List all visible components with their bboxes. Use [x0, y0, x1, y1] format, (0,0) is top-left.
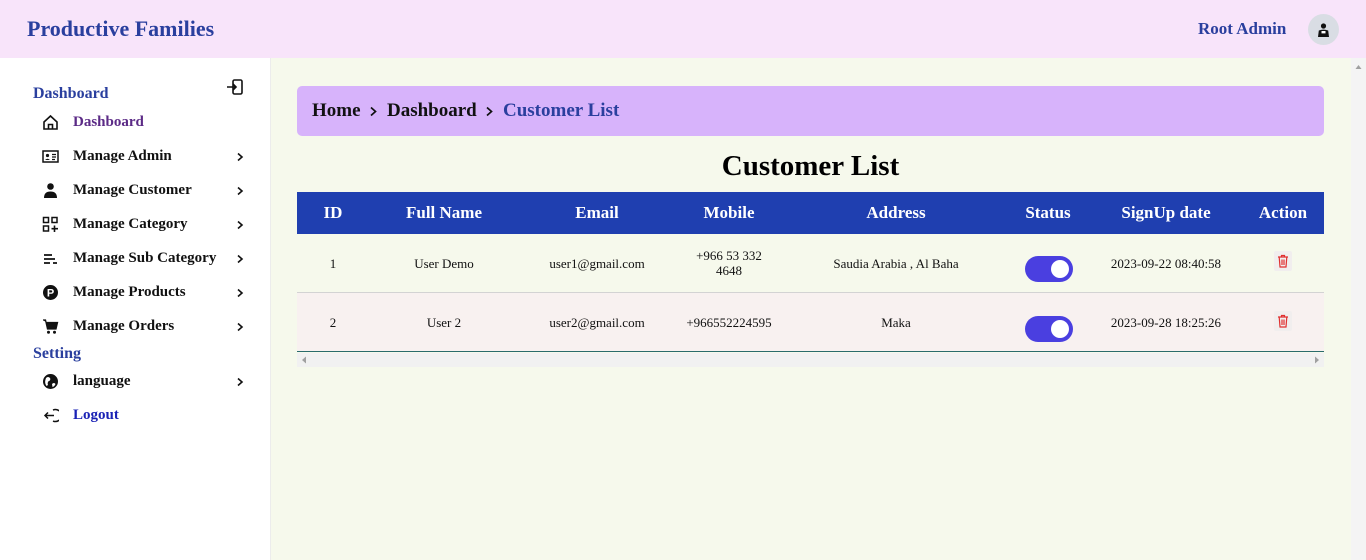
trash-icon [1278, 254, 1288, 268]
avatar[interactable] [1308, 14, 1339, 45]
sidebar-section-setting: Setting [33, 345, 81, 362]
status-toggle[interactable] [1025, 316, 1073, 342]
scroll-right-arrow-icon[interactable] [1314, 356, 1320, 364]
logout-icon [43, 408, 59, 423]
scroll-left-arrow-icon[interactable] [301, 356, 307, 364]
sidebar-item-manage-sub-category[interactable]: Manage Sub Category [40, 246, 252, 272]
chevron-right-icon [237, 186, 244, 196]
breadcrumb: Home Dashboard Customer List [297, 86, 1324, 136]
sidebar-item-label: Dashboard [73, 114, 144, 130]
sidebar-item-label: language [73, 373, 131, 389]
cell-full-name: User Demo [414, 256, 474, 271]
column-header-id: ID [323, 203, 343, 222]
breadcrumb-dashboard[interactable]: Dashboard [387, 100, 477, 122]
cell-mobile-line: +966 53 332 [696, 248, 762, 263]
sidebar-item-label: Manage Admin [73, 148, 172, 164]
sidebar: Dashboard Dashboard Manage Admin Manage … [0, 58, 271, 560]
cell-email: user2@gmail.com [549, 315, 645, 330]
home-icon [43, 114, 58, 130]
list-lines-icon [44, 254, 57, 264]
column-header-mobile: Mobile [703, 203, 755, 222]
chevron-right-icon [486, 106, 493, 117]
chevron-right-icon [370, 106, 377, 117]
sidebar-item-manage-customer[interactable]: Manage Customer [40, 178, 252, 204]
trash-icon [1278, 314, 1288, 328]
sidebar-item-logout[interactable]: Logout [40, 403, 252, 429]
sidebar-item-manage-category[interactable]: Manage Category [40, 212, 252, 238]
cell-mobile: +966552224595 [686, 315, 772, 330]
cell-id: 1 [329, 256, 337, 271]
chevron-right-icon [237, 322, 244, 332]
toggle-knob [1051, 320, 1069, 338]
chevron-right-icon [237, 254, 244, 264]
scroll-up-arrow-icon[interactable] [1354, 62, 1363, 72]
sidebar-item-label: Manage Sub Category [73, 250, 217, 266]
column-header-action: Action [1258, 203, 1308, 222]
column-header-signup-date: SignUp date [1121, 203, 1211, 222]
cell-email: user1@gmail.com [549, 256, 645, 271]
table-row: 1 User Demo user1@gmail.com +966 53 332 … [297, 234, 1324, 293]
cell-full-name: User 2 [426, 315, 462, 330]
cell-address: Saudia Arabia , Al Baha [833, 256, 959, 271]
product-p-icon: P [43, 285, 58, 300]
svg-text:P: P [47, 288, 54, 300]
chevron-right-icon [237, 377, 244, 387]
user-avatar-icon [1318, 23, 1329, 37]
cell-id: 2 [329, 315, 337, 330]
top-header: Productive Families Root Admin [0, 0, 1366, 58]
user-name[interactable]: Root Admin [1198, 19, 1286, 39]
column-header-address: Address [866, 203, 926, 222]
horizontal-scrollbar[interactable] [297, 353, 1324, 367]
cell-signup-date: 2023-09-28 18:25:26 [1110, 315, 1222, 330]
sidebar-item-label: Manage Products [73, 284, 186, 300]
cart-icon [43, 319, 59, 334]
sidebar-item-dashboard[interactable]: Dashboard [40, 110, 252, 136]
page-title: Customer List [721, 150, 900, 182]
vertical-scrollbar[interactable] [1351, 58, 1366, 560]
sidebar-section-dashboard: Dashboard [33, 85, 109, 102]
globe-icon [43, 374, 58, 389]
chevron-right-icon [237, 288, 244, 298]
cell-mobile-line: 4648 [716, 263, 742, 278]
sidebar-collapse-icon[interactable] [226, 78, 244, 96]
delete-button[interactable] [1274, 311, 1292, 331]
cell-signup-date: 2023-09-22 08:40:58 [1110, 256, 1222, 271]
sidebar-item-label: Manage Customer [73, 182, 192, 198]
id-card-icon [42, 150, 59, 163]
toggle-knob [1051, 260, 1069, 278]
cell-address: Maka [881, 315, 911, 330]
delete-button[interactable] [1274, 251, 1292, 271]
status-toggle[interactable] [1025, 256, 1073, 282]
breadcrumb-current: Customer List [503, 100, 620, 121]
column-header-full-name: Full Name [405, 203, 483, 222]
breadcrumb-home[interactable]: Home [312, 100, 361, 122]
sidebar-item-language[interactable]: language [40, 369, 252, 395]
sidebar-item-manage-products[interactable]: P Manage Products [40, 280, 252, 306]
table-row: 2 User 2 user2@gmail.com +966552224595 M… [297, 293, 1324, 352]
column-header-email: Email [575, 203, 619, 222]
chevron-right-icon [237, 220, 244, 230]
grid-plus-icon [42, 216, 58, 232]
sidebar-item-manage-admin[interactable]: Manage Admin [40, 144, 252, 170]
sidebar-item-label: Logout [73, 407, 119, 423]
sidebar-item-manage-orders[interactable]: Manage Orders [40, 314, 252, 340]
brand-title[interactable]: Productive Families [27, 16, 214, 42]
chevron-right-icon [237, 152, 244, 162]
column-header-status: Status [1025, 203, 1071, 222]
table-header: ID Full Name Email Mobile Address Status… [297, 192, 1324, 234]
person-icon [44, 183, 57, 198]
sidebar-item-label: Manage Orders [73, 318, 175, 334]
sidebar-item-label: Manage Category [73, 216, 188, 232]
cell-mobile: +966 53 332 4648 [669, 248, 789, 278]
